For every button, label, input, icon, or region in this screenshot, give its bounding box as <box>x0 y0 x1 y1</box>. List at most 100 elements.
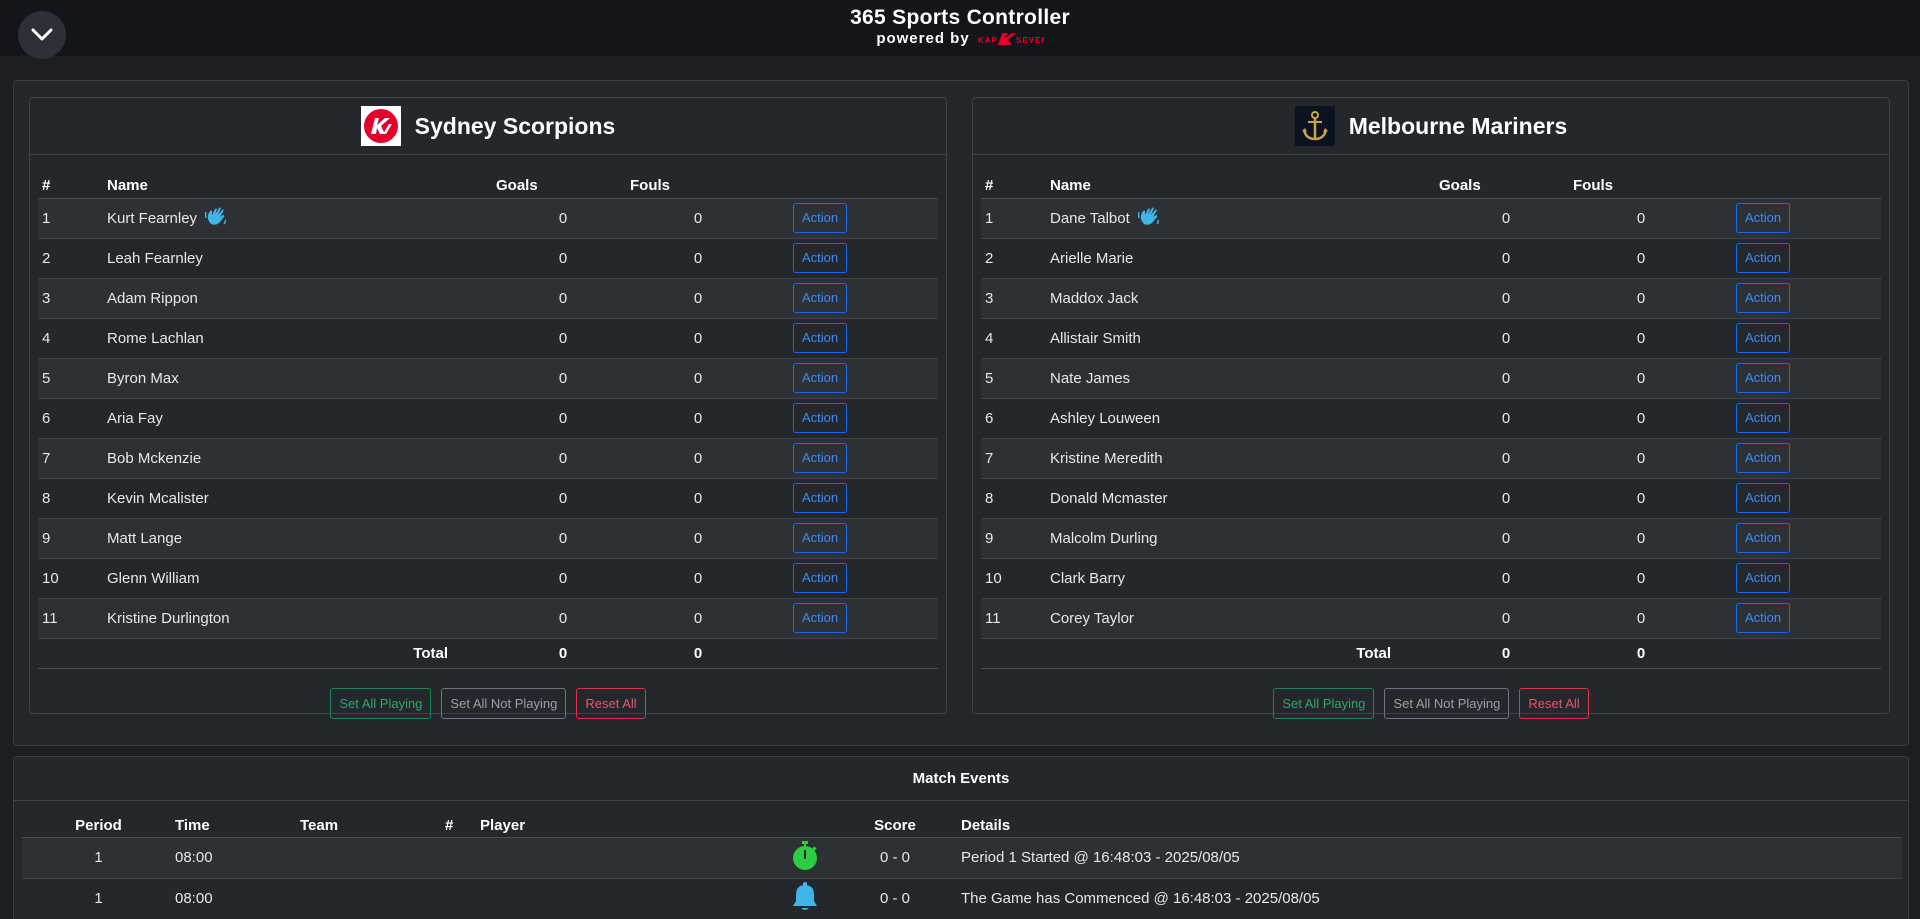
col-header-name: Name <box>107 168 496 199</box>
roster-table: # Name Goals Fouls 1 Dane Talbot 0 0 Act… <box>981 168 1881 669</box>
set-all-not-playing-button[interactable]: Set All Not Playing <box>441 688 567 719</box>
action-button[interactable]: Action <box>1736 283 1791 313</box>
player-row: 8 Donald Mcmaster 0 0 Action <box>981 478 1881 519</box>
player-row: 3 Adam Rippon 0 0 Action <box>38 278 938 319</box>
reset-all-button[interactable]: Reset All <box>576 688 646 719</box>
action-button[interactable]: Action <box>793 323 848 353</box>
player-row: 9 Matt Lange 0 0 Action <box>38 518 938 559</box>
event-period: 1 <box>22 837 175 879</box>
k7-logo-icon <box>360 106 401 146</box>
col-header-name: Name <box>1050 168 1439 199</box>
player-goals: 0 <box>496 558 630 599</box>
action-button[interactable]: Action <box>1736 523 1791 553</box>
player-fouls: 0 <box>630 598 766 639</box>
captain-wave-icon <box>1137 207 1159 225</box>
event-row: 1 08:00 0 - 0 Period 1 Started @ 16:48:0… <box>22 837 1902 879</box>
player-goals: 0 <box>496 438 630 479</box>
action-button[interactable]: Action <box>793 283 848 313</box>
col-header-time: Time <box>175 810 300 838</box>
col-header-fouls: Fouls <box>630 168 766 199</box>
action-button[interactable]: Action <box>1736 443 1791 473</box>
player-fouls: 0 <box>1573 198 1709 239</box>
action-button[interactable]: Action <box>793 523 848 553</box>
player-fouls: 0 <box>630 438 766 479</box>
event-details: The Game has Commenced @ 16:48:03 - 2025… <box>940 878 1902 919</box>
player-name: Ashley Louween <box>1050 409 1161 427</box>
player-name: Nate James <box>1050 369 1131 387</box>
player-number: 2 <box>38 238 107 279</box>
action-button[interactable]: Action <box>1736 203 1791 233</box>
powered-by: powered by KAP SEVEN <box>0 30 1920 48</box>
player-fouls: 0 <box>630 558 766 599</box>
player-name: Kristine Durlington <box>107 609 230 627</box>
col-header-period: Period <box>22 810 175 838</box>
total-fouls: 0 <box>630 638 766 669</box>
action-button[interactable]: Action <box>793 203 848 233</box>
player-number: 4 <box>981 318 1050 359</box>
player-name: Clark Barry <box>1050 569 1126 587</box>
player-name: Byron Max <box>107 369 179 387</box>
player-fouls: 0 <box>1573 558 1709 599</box>
action-button[interactable]: Action <box>793 363 848 393</box>
player-number: 1 <box>981 198 1050 239</box>
set-all-playing-button[interactable]: Set All Playing <box>330 688 432 719</box>
player-goals: 0 <box>1439 438 1573 479</box>
col-header-num: # <box>38 168 107 199</box>
col-header-goals: Goals <box>1439 168 1573 199</box>
event-team <box>300 878 445 919</box>
player-number: 3 <box>981 278 1050 319</box>
player-name: Bob Mckenzie <box>107 449 202 467</box>
action-button[interactable]: Action <box>793 243 848 273</box>
action-button[interactable]: Action <box>793 483 848 513</box>
player-number: 6 <box>38 398 107 439</box>
set-all-playing-button[interactable]: Set All Playing <box>1273 688 1375 719</box>
player-fouls: 0 <box>630 518 766 559</box>
player-goals: 0 <box>496 238 630 279</box>
set-all-not-playing-button[interactable]: Set All Not Playing <box>1384 688 1510 719</box>
player-name: Matt Lange <box>107 529 183 547</box>
player-number: 8 <box>981 478 1050 519</box>
player-goals: 0 <box>496 318 630 359</box>
action-button[interactable]: Action <box>793 403 848 433</box>
player-name: Allistair Smith <box>1050 329 1141 347</box>
action-button[interactable]: Action <box>1736 323 1791 353</box>
player-number: 10 <box>38 558 107 599</box>
action-button[interactable]: Action <box>793 563 848 593</box>
teams-panel: Sydney Scorpions # Name Goals Fouls 1 Ku… <box>13 80 1909 746</box>
event-time: 08:00 <box>175 837 300 879</box>
player-row: 2 Leah Fearnley 0 0 Action <box>38 238 938 279</box>
event-icon-cell <box>760 837 850 879</box>
player-fouls: 0 <box>630 398 766 439</box>
events-table: Period Time Team # Player Score Details … <box>22 810 1902 919</box>
player-goals: 0 <box>1439 478 1573 519</box>
total-goals: 0 <box>496 638 630 669</box>
action-button[interactable]: Action <box>1736 603 1791 633</box>
player-goals: 0 <box>1439 238 1573 279</box>
player-fouls: 0 <box>630 358 766 399</box>
totals-row: Total 0 0 <box>38 638 938 669</box>
player-goals: 0 <box>496 358 630 399</box>
action-button[interactable]: Action <box>793 603 848 633</box>
team-header: Sydney Scorpions <box>30 98 946 155</box>
player-goals: 0 <box>1439 598 1573 639</box>
player-name: Dane Talbot <box>1050 209 1130 227</box>
player-fouls: 0 <box>630 198 766 239</box>
player-name: Donald Mcmaster <box>1050 489 1168 507</box>
action-button[interactable]: Action <box>1736 563 1791 593</box>
action-button[interactable]: Action <box>1736 363 1791 393</box>
action-button[interactable]: Action <box>793 443 848 473</box>
powered-by-label: powered by <box>876 30 970 47</box>
reset-all-button[interactable]: Reset All <box>1519 688 1589 719</box>
player-name: Kevin Mcalister <box>107 489 209 507</box>
total-label: Total <box>1050 638 1439 669</box>
action-button[interactable]: Action <box>1736 403 1791 433</box>
totals-row: Total 0 0 <box>981 638 1881 669</box>
event-player <box>480 837 760 879</box>
col-header-num: # <box>445 810 480 838</box>
player-number: 9 <box>981 518 1050 559</box>
player-row: 6 Ashley Louween 0 0 Action <box>981 398 1881 439</box>
roster-table: # Name Goals Fouls 1 Kurt Fearnley 0 0 A… <box>38 168 938 669</box>
action-button[interactable]: Action <box>1736 243 1791 273</box>
action-button[interactable]: Action <box>1736 483 1791 513</box>
team-controls: Set All Playing Set All Not Playing Rese… <box>30 688 946 719</box>
